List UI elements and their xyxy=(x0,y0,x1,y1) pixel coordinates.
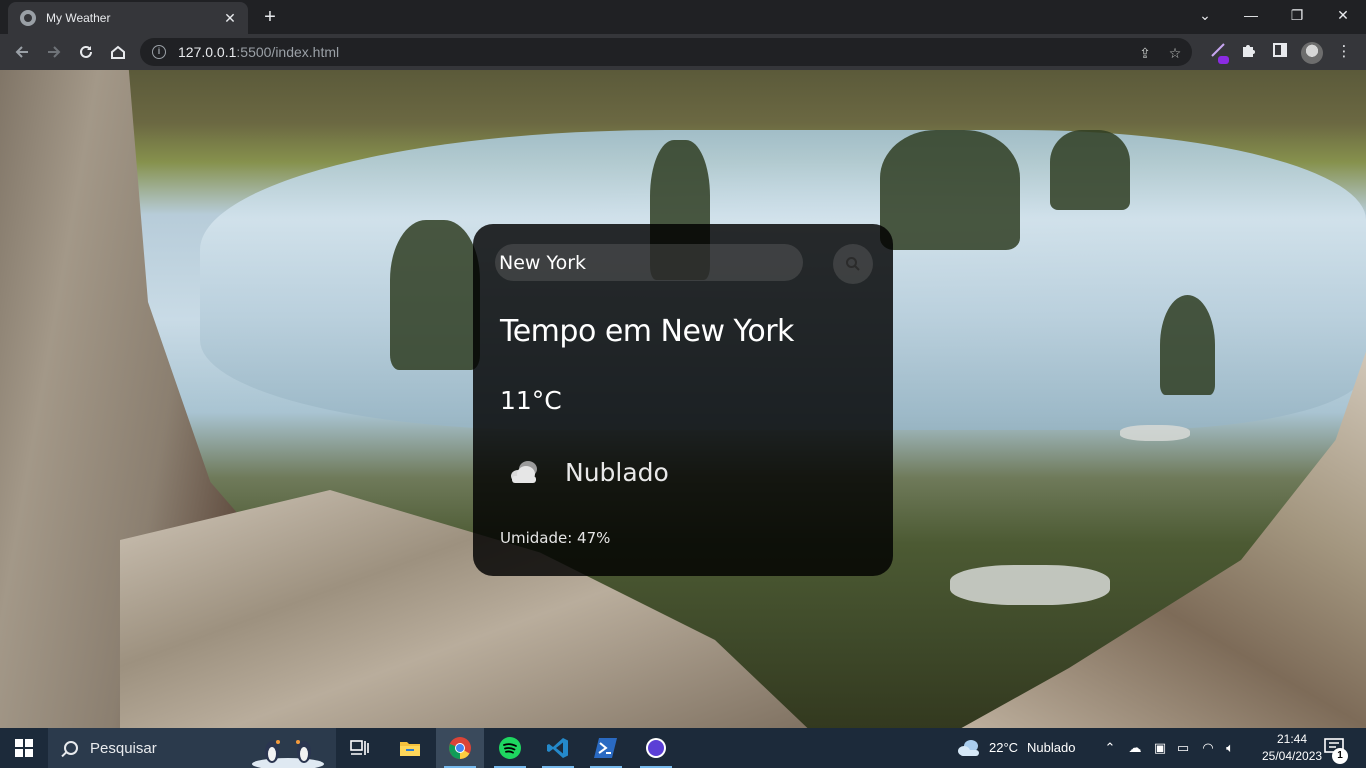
chrome-icon xyxy=(449,737,471,759)
chrome-taskbar-button[interactable] xyxy=(436,728,484,768)
city-search-input[interactable] xyxy=(495,244,803,281)
windows-icon xyxy=(15,739,33,757)
tab-globe-icon xyxy=(20,10,36,26)
taskbar-weather-condition[interactable]: Nublado xyxy=(1027,740,1075,755)
file-explorer-button[interactable] xyxy=(386,728,434,768)
powershell-icon xyxy=(594,738,617,758)
background-tree-reflection xyxy=(1050,130,1130,210)
url-host: 127.0.0.1 xyxy=(178,44,237,60)
search-button[interactable] xyxy=(833,244,873,284)
taskbar: Pesquisar 22°C Nublado ⌃ ☁ ▣ ▭ ◠ 🔈︎ 21:4… xyxy=(0,728,1366,768)
tab-title: My Weather xyxy=(46,11,111,25)
system-clock[interactable]: 21:44 25/04/2023 xyxy=(1262,731,1322,765)
clock-date: 25/04/2023 xyxy=(1262,749,1323,763)
task-view-button[interactable] xyxy=(336,728,384,768)
powershell-taskbar-button[interactable] xyxy=(582,728,630,768)
puzzle-icon[interactable] xyxy=(1238,42,1258,62)
weather-title: Tempo em New York xyxy=(500,314,794,349)
notification-badge: 1 xyxy=(1332,748,1348,764)
search-icon xyxy=(64,741,78,755)
background-tree-reflection xyxy=(880,130,1020,250)
minimize-button[interactable]: — xyxy=(1228,0,1274,30)
weather-card: Tempo em New York 11°C Nublado Umidade: … xyxy=(473,224,893,576)
background-tree-reflection xyxy=(390,220,480,370)
info-icon[interactable]: i xyxy=(152,45,166,59)
humidity: Umidade: 47% xyxy=(500,529,611,547)
page-background: Tempo em New York 11°C Nublado Umidade: … xyxy=(0,70,1366,728)
taskbar-search-label: Pesquisar xyxy=(90,739,157,757)
spotify-taskbar-button[interactable] xyxy=(486,728,534,768)
close-window-button[interactable]: ✕ xyxy=(1320,0,1366,30)
sidebar-icon[interactable] xyxy=(1270,42,1290,62)
app-icon xyxy=(646,738,666,758)
file-explorer-icon xyxy=(400,742,420,756)
device-icon[interactable]: ▣ xyxy=(1151,740,1169,756)
app-taskbar-button[interactable] xyxy=(632,728,680,768)
url-path: :5500/index.html xyxy=(236,44,340,60)
share-icon[interactable]: ⇪ xyxy=(1136,44,1154,62)
chevron-up-icon[interactable]: ⌃ xyxy=(1101,740,1119,756)
tab-my-weather[interactable]: My Weather ✕ xyxy=(8,2,248,34)
onedrive-cloud-icon[interactable]: ☁ xyxy=(1126,740,1144,756)
task-view-icon xyxy=(350,740,369,755)
menu-kebab-icon[interactable]: ⋮ xyxy=(1334,42,1354,62)
address-bar[interactable]: i 127.0.0.1:5500/index.html ⇪ ☆ xyxy=(140,38,1192,66)
clock-time: 21:44 xyxy=(1276,732,1308,746)
tab-close-button[interactable]: ✕ xyxy=(222,10,238,27)
tab-strip: My Weather ✕ + ⌄ — ❐ ✕ xyxy=(0,0,1366,34)
taskbar-search[interactable]: Pesquisar xyxy=(48,728,336,768)
tab-search-dropdown[interactable]: ⌄ xyxy=(1182,0,1228,30)
cloud-icon xyxy=(511,461,537,483)
forward-icon[interactable] xyxy=(42,40,66,64)
search-icon xyxy=(846,257,860,271)
search-highlight-illustration xyxy=(252,740,324,768)
weather-cloud-icon[interactable] xyxy=(956,738,982,758)
taskbar-weather-temp[interactable]: 22°C xyxy=(989,740,1018,755)
background-rock xyxy=(950,565,1110,605)
background-rock xyxy=(1120,425,1190,441)
back-icon[interactable] xyxy=(10,40,34,64)
weather-condition: Nublado xyxy=(565,458,669,487)
vscode-taskbar-button[interactable] xyxy=(534,728,582,768)
profile-avatar[interactable] xyxy=(1301,42,1323,64)
spotify-icon xyxy=(499,737,521,759)
star-icon[interactable]: ☆ xyxy=(1166,44,1184,62)
extension-badge xyxy=(1218,56,1229,64)
background-tree xyxy=(1160,295,1215,395)
new-tab-button[interactable]: + xyxy=(258,6,282,28)
volume-icon[interactable]: 🔈︎ xyxy=(1221,740,1239,756)
home-icon[interactable] xyxy=(106,40,130,64)
battery-icon[interactable]: ▭ xyxy=(1174,740,1192,756)
wifi-icon[interactable]: ◠ xyxy=(1199,740,1217,756)
vscode-icon xyxy=(547,738,568,758)
browser-toolbar: i 127.0.0.1:5500/index.html ⇪ ☆ ⋮ xyxy=(0,34,1366,70)
temperature: 11°C xyxy=(500,386,562,415)
start-button[interactable] xyxy=(0,728,48,768)
restore-button[interactable]: ❐ xyxy=(1274,0,1320,30)
reload-icon[interactable] xyxy=(74,40,98,64)
